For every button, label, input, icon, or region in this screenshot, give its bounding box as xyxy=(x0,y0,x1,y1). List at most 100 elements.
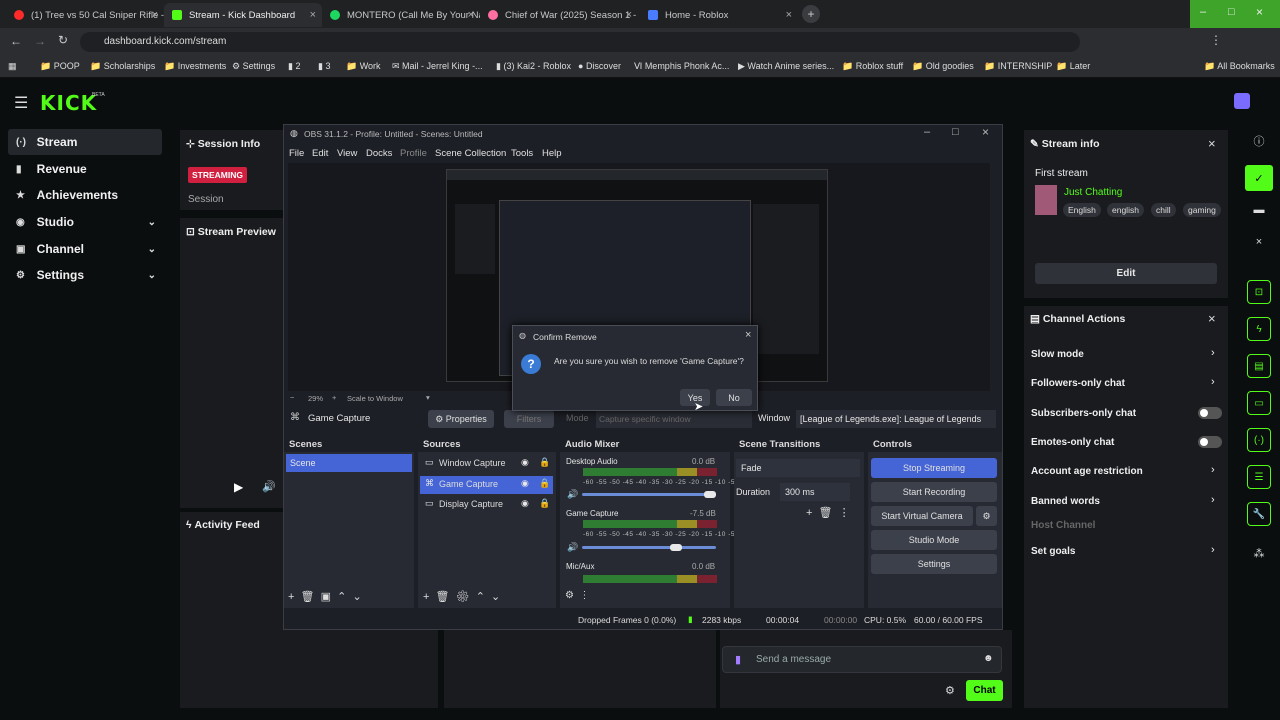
volume-slider-knob[interactable] xyxy=(669,544,682,551)
add-source-icon[interactable]: + 🗑 ⚙ ⌃ ⌄ xyxy=(423,590,500,603)
bookmark-item[interactable]: ▮ (3) Kai2 - Roblox xyxy=(496,61,571,72)
source-item-display-capture[interactable]: Display Capture xyxy=(420,496,553,514)
bookmark-item[interactable]: 📁 Old goodies xyxy=(912,61,974,72)
chat-bubble-icon[interactable]: ▭ xyxy=(1247,391,1271,415)
lock-icon[interactable]: 🔒 xyxy=(539,478,550,489)
nav-settings[interactable]: ⚙ Settings ⌄ xyxy=(8,262,162,288)
confirm-no-button[interactable]: No xyxy=(716,389,752,406)
bookmark-item[interactable]: ▶ Watch Anime series... xyxy=(738,61,834,72)
menu-help[interactable]: Help xyxy=(542,148,562,159)
bookmark-item[interactable]: 📁 POOP xyxy=(40,61,80,72)
bookmark-item[interactable]: ▮ 3 xyxy=(318,61,330,72)
menu-tools[interactable]: Tools xyxy=(511,148,533,159)
back-icon[interactable]: ← xyxy=(10,34,22,48)
menu-scene-collection[interactable]: Scene Collection xyxy=(435,148,506,159)
bookmark-item[interactable]: 📁 Investments xyxy=(164,61,226,72)
apps-icon[interactable]: ▦ xyxy=(8,61,17,72)
close-tab-icon[interactable]: × xyxy=(786,9,792,21)
layout-icon[interactable]: ▬ xyxy=(1247,200,1271,220)
speaker-icon[interactable]: 🔊 xyxy=(567,489,578,500)
document-icon[interactable]: ▤ xyxy=(1247,354,1271,378)
nav-channel[interactable]: ▣ Channel ⌄ xyxy=(8,236,162,262)
stop-streaming-button[interactable]: Stop Streaming xyxy=(871,458,997,478)
obs-close-button[interactable]: × xyxy=(982,125,989,139)
play-icon[interactable]: ▶ xyxy=(234,480,243,494)
chat-send-button[interactable]: Chat xyxy=(966,680,1003,701)
duration-input[interactable]: 300 ms xyxy=(780,483,850,501)
minimize-window-button[interactable]: – xyxy=(1200,6,1206,18)
hamburger-menu-icon[interactable]: ☰ xyxy=(14,93,28,113)
bookmark-item[interactable]: 📁 Work xyxy=(346,61,381,72)
reload-icon[interactable]: ↻ xyxy=(58,33,68,47)
bookmark-item[interactable]: 📁 Later xyxy=(1056,61,1090,72)
scale-mode-select[interactable]: Scale to Window xyxy=(347,394,403,403)
close-icon[interactable]: × xyxy=(1208,311,1216,326)
menu-edit[interactable]: Edit xyxy=(312,148,328,159)
nav-achievements[interactable]: ★ Achievements xyxy=(8,182,162,208)
bookmark-item[interactable]: 📁 Scholarships xyxy=(90,61,155,72)
broadcast-icon[interactable]: (·) xyxy=(1247,428,1271,452)
bookmark-item[interactable]: ● Discover xyxy=(578,61,621,71)
lock-icon[interactable]: 🔒 xyxy=(539,498,550,509)
followers-only-row[interactable]: Followers-only chat xyxy=(1031,378,1125,389)
eye-icon[interactable]: ◉ xyxy=(521,478,529,489)
volume-slider[interactable] xyxy=(582,546,716,549)
banned-words-row[interactable]: Banned words xyxy=(1031,496,1100,507)
volume-icon[interactable]: 🔊 xyxy=(262,480,276,493)
close-tab-icon[interactable]: × xyxy=(626,9,632,21)
subscribers-only-toggle[interactable] xyxy=(1198,407,1222,419)
source-item-game-capture[interactable]: Game Capture xyxy=(420,476,553,494)
transition-select[interactable]: Fade xyxy=(736,459,860,477)
lock-icon[interactable]: 🔒 xyxy=(539,457,550,468)
window-select[interactable]: [League of Legends.exe]: League of Legen… xyxy=(796,410,996,428)
eye-icon[interactable]: ◉ xyxy=(521,457,529,468)
add-scene-icon[interactable]: + 🗑 ▣ ⌃ ⌄ xyxy=(288,590,362,603)
speaker-icon[interactable]: 🔊 xyxy=(567,542,578,553)
wrench-icon[interactable]: 🔧 xyxy=(1247,502,1271,526)
emotes-only-toggle[interactable] xyxy=(1198,436,1222,448)
browser-tab-chief-of-war[interactable]: Chief of War (2025) Season 1 - × xyxy=(480,3,638,27)
properties-button[interactable]: ⚙ Properties xyxy=(428,410,494,428)
obs-maximize-button[interactable]: □ xyxy=(952,126,959,138)
category-link[interactable]: Just Chatting xyxy=(1064,187,1122,198)
menu-icon[interactable]: ⋮ xyxy=(1210,33,1222,47)
mode-select[interactable]: Capture specific window xyxy=(596,410,752,428)
start-recording-button[interactable]: Start Recording xyxy=(871,482,997,502)
bookmark-item[interactable]: ⚙ Settings xyxy=(232,61,275,72)
chat-settings-icon[interactable]: ⚙ xyxy=(945,684,955,697)
dialog-close-icon[interactable]: × xyxy=(745,329,751,341)
bookmark-item[interactable]: ▮ 2 xyxy=(288,61,300,72)
avatar[interactable] xyxy=(1234,93,1250,109)
zoom-out-icon[interactable]: − xyxy=(290,393,294,402)
check-icon[interactable]: ✓ xyxy=(1245,165,1273,191)
new-tab-button[interactable]: + xyxy=(802,5,820,23)
studio-mode-button[interactable]: Studio Mode xyxy=(871,530,997,550)
chat-input[interactable]: ▮ Send a message ☻ xyxy=(722,646,1002,673)
obs-minimize-button[interactable]: – xyxy=(924,126,930,138)
list-icon[interactable]: ☰ xyxy=(1247,465,1271,489)
menu-file[interactable]: File xyxy=(289,148,304,159)
zoom-in-icon[interactable]: + xyxy=(332,393,336,402)
filters-button[interactable]: Filters xyxy=(504,410,554,428)
maximize-window-button[interactable]: □ xyxy=(1228,6,1235,18)
emoji-icon[interactable]: ☻ xyxy=(983,653,994,664)
close-window-button[interactable]: × xyxy=(1256,5,1263,19)
account-age-row[interactable]: Account age restriction xyxy=(1031,466,1143,477)
scene-item[interactable]: Scene xyxy=(286,454,412,472)
bookmark-item[interactable]: Ⅵ Memphis Phonk Ac... xyxy=(634,61,729,72)
close-tab-icon[interactable]: × xyxy=(310,9,316,21)
menu-profile[interactable]: Profile xyxy=(400,148,427,159)
focus-icon[interactable]: ⊡ xyxy=(1247,280,1271,304)
kick-logo[interactable]: KICK xyxy=(40,91,97,115)
info-icon[interactable]: ⓘ xyxy=(1247,131,1271,151)
nav-revenue[interactable]: ▮ Revenue xyxy=(8,156,162,182)
virtual-camera-settings-icon[interactable]: ⚙ xyxy=(976,506,997,526)
bookmark-item[interactable]: 📁 Roblox stuff xyxy=(842,61,903,72)
bolt-icon[interactable]: ϟ xyxy=(1247,317,1271,341)
transition-controls-icon[interactable]: + 🗑 ⋮ xyxy=(806,506,850,519)
volume-slider-knob[interactable] xyxy=(704,491,716,498)
users-icon[interactable]: ⁂ xyxy=(1247,543,1271,563)
settings-button[interactable]: Settings xyxy=(871,554,997,574)
nav-studio[interactable]: ◉ Studio ⌄ xyxy=(8,209,162,235)
browser-tab-kick[interactable]: Stream - Kick Dashboard × xyxy=(164,3,322,27)
